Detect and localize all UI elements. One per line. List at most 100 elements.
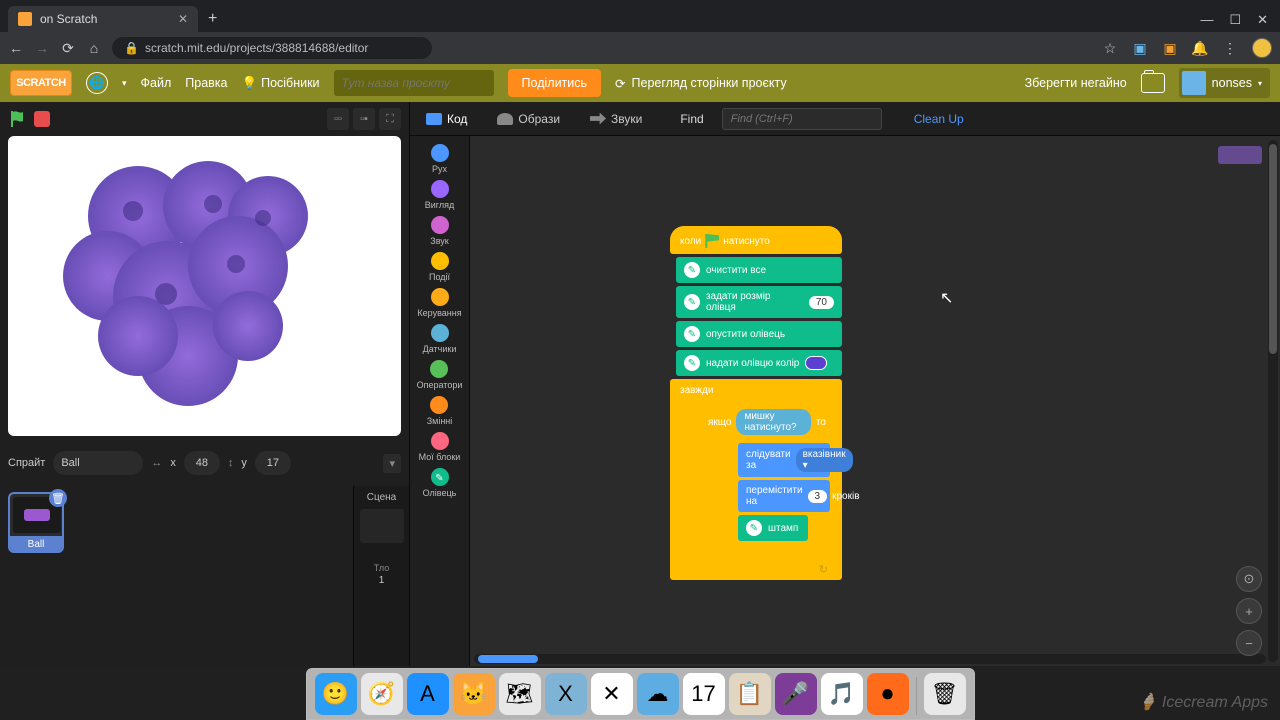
save-now-link[interactable]: Зберегти негайно xyxy=(1025,76,1127,90)
dock-finder[interactable]: 🙂 xyxy=(315,673,357,715)
category-Керування[interactable]: Керування xyxy=(417,286,461,320)
category-Датчики[interactable]: Датчики xyxy=(423,322,457,356)
cleanup-link[interactable]: Clean Up xyxy=(914,112,964,126)
refresh-icon: ⟳ xyxy=(615,76,625,91)
expand-sprite-info-icon[interactable]: ▾ xyxy=(383,454,401,473)
category-Змінні[interactable]: Змінні xyxy=(427,394,453,428)
scratch-logo[interactable]: SCRATCH xyxy=(10,70,72,96)
zoom-target-icon[interactable]: ⊙ xyxy=(1236,566,1262,592)
browser-tab[interactable]: on Scratch ✕ xyxy=(8,6,198,32)
pointer-dropdown[interactable]: вказівник ▾ xyxy=(796,448,853,472)
nav-back-icon[interactable]: ← xyxy=(8,40,24,56)
category-Звук[interactable]: Звук xyxy=(430,214,448,248)
dock-maps[interactable]: 🗺 xyxy=(499,673,541,715)
project-title-input[interactable] xyxy=(334,70,494,96)
window-maximize-icon[interactable]: ☐ xyxy=(1229,12,1241,28)
move-steps-value[interactable]: 3 xyxy=(808,490,828,503)
category-Мої блоки[interactable]: Мої блоки xyxy=(419,430,461,464)
block-erase-all[interactable]: ✎очистити все xyxy=(676,257,842,283)
category-Олівець[interactable]: ✎Олівець xyxy=(423,466,457,500)
mystuff-icon[interactable] xyxy=(1141,73,1165,93)
category-Оператори[interactable]: Оператори xyxy=(417,358,463,392)
dock-app-x1[interactable]: X xyxy=(545,673,587,715)
window-minimize-icon[interactable]: — xyxy=(1200,12,1213,28)
sprite-name-input[interactable] xyxy=(53,451,143,475)
block-pen-down[interactable]: ✎опустити олівець xyxy=(676,321,842,347)
category-Вигляд[interactable]: Вигляд xyxy=(425,178,455,212)
menu-file[interactable]: Файл xyxy=(141,76,172,90)
browser-tabbar: on Scratch ✕ + — ☐ ✕ xyxy=(0,0,1280,32)
tab-close-icon[interactable]: ✕ xyxy=(178,12,188,26)
block-if[interactable]: якщо мишку натиснуто? то слідувати завка… xyxy=(698,402,836,562)
dock-app-x2[interactable]: ✕ xyxy=(591,673,633,715)
code-stack[interactable]: коли натиснуто ✎очистити все ✎задати роз… xyxy=(670,226,842,580)
sprite-x-input[interactable] xyxy=(184,451,220,475)
user-menu[interactable]: nonses ▾ xyxy=(1179,68,1270,98)
block-when-flag-clicked[interactable]: коли натиснуто xyxy=(670,226,842,254)
scrollbar-vertical[interactable] xyxy=(1268,140,1278,662)
dock-siri[interactable]: 🎤 xyxy=(775,673,817,715)
green-flag-icon[interactable] xyxy=(8,109,28,129)
block-mouse-down[interactable]: мишку натиснуто? xyxy=(736,409,811,435)
dock-notes[interactable]: 📋 xyxy=(729,673,771,715)
language-icon[interactable]: 🌐 xyxy=(86,72,108,94)
nav-home-icon[interactable]: ⌂ xyxy=(86,40,102,56)
extension-icon-2[interactable]: ▣ xyxy=(1162,40,1178,56)
stage-fullscreen-icon[interactable]: ⛶ xyxy=(379,108,401,130)
dock-trash[interactable]: 🗑 xyxy=(924,673,966,715)
pen-icon: ✎ xyxy=(684,355,700,371)
category-dot-icon xyxy=(431,324,449,342)
block-point-towards[interactable]: слідувати завказівник ▾ xyxy=(738,443,830,477)
nav-reload-icon[interactable]: ⟳ xyxy=(60,40,76,56)
scrollbar-horizontal[interactable] xyxy=(474,654,1266,664)
dock-calendar[interactable]: 17 xyxy=(683,673,725,715)
nav-forward-icon[interactable]: → xyxy=(34,40,50,56)
zoom-out-icon[interactable]: − xyxy=(1236,630,1262,656)
tab-costumes[interactable]: Образи xyxy=(491,108,566,130)
sprite-tile-ball[interactable]: 🗑 Ball xyxy=(8,492,64,553)
sprite-y-input[interactable] xyxy=(255,451,291,475)
notifications-icon[interactable]: 🔔 xyxy=(1192,40,1208,56)
stage-selector[interactable]: Сцена Тло 1 xyxy=(353,486,409,666)
pen-size-value[interactable]: 70 xyxy=(809,296,834,309)
see-project-link[interactable]: ⟳ Перегляд сторінки проєкту xyxy=(615,76,787,91)
tab-code[interactable]: Код xyxy=(420,108,473,130)
block-forever[interactable]: завжди якщо мишку натиснуто? то слідуват… xyxy=(670,379,842,580)
window-close-icon[interactable]: ✕ xyxy=(1257,12,1268,28)
dock-music[interactable]: 🎵 xyxy=(821,673,863,715)
stop-icon[interactable] xyxy=(34,111,50,127)
category-dot-icon xyxy=(431,288,449,306)
backdrops-label: Тло xyxy=(360,563,403,573)
block-set-pen-color[interactable]: ✎надати олівцю колір xyxy=(676,350,842,376)
stage-small-icon[interactable]: ▫▫ xyxy=(327,108,349,130)
find-input[interactable] xyxy=(722,108,882,130)
category-Події[interactable]: Події xyxy=(429,250,450,284)
dock-appstore[interactable]: A xyxy=(407,673,449,715)
menu-icon[interactable]: ⋮ xyxy=(1222,40,1238,56)
menu-edit[interactable]: Правка xyxy=(185,76,227,90)
url-bar[interactable]: 🔒 scratch.mit.edu/projects/388814688/edi… xyxy=(112,37,432,59)
dock-safari[interactable]: 🧭 xyxy=(361,673,403,715)
share-button[interactable]: Поділитись xyxy=(508,69,601,97)
code-canvas[interactable]: коли натиснуто ✎очистити все ✎задати роз… xyxy=(470,136,1280,666)
menu-tutorials[interactable]: Посібники xyxy=(242,76,320,91)
extension-icon-1[interactable]: ▣ xyxy=(1132,40,1148,56)
stage-large-icon[interactable]: ▫▪ xyxy=(353,108,375,130)
category-Рух[interactable]: Рух xyxy=(431,142,449,176)
zoom-in-icon[interactable]: + xyxy=(1236,598,1262,624)
bookmark-star-icon[interactable]: ☆ xyxy=(1102,40,1118,56)
delete-sprite-icon[interactable]: 🗑 xyxy=(49,489,67,507)
block-set-pen-size[interactable]: ✎задати розмір олівця70 xyxy=(676,286,842,318)
tab-sounds[interactable]: Звуки xyxy=(584,108,648,130)
profile-avatar[interactable] xyxy=(1252,38,1272,58)
dock-recorder[interactable]: ⏺ xyxy=(867,673,909,715)
new-tab-button[interactable]: + xyxy=(198,6,227,32)
dock-scratch[interactable]: 🐱 xyxy=(453,673,495,715)
block-move-steps[interactable]: перемістити на3кроків xyxy=(738,480,830,512)
block-stamp[interactable]: ✎штамп xyxy=(738,515,808,541)
stage-canvas[interactable] xyxy=(8,136,401,436)
stage-thumbnail[interactable] xyxy=(360,509,404,543)
pen-icon: ✎ xyxy=(684,262,700,278)
dock-app-cloud[interactable]: ☁ xyxy=(637,673,679,715)
pen-color-swatch[interactable] xyxy=(805,356,827,370)
